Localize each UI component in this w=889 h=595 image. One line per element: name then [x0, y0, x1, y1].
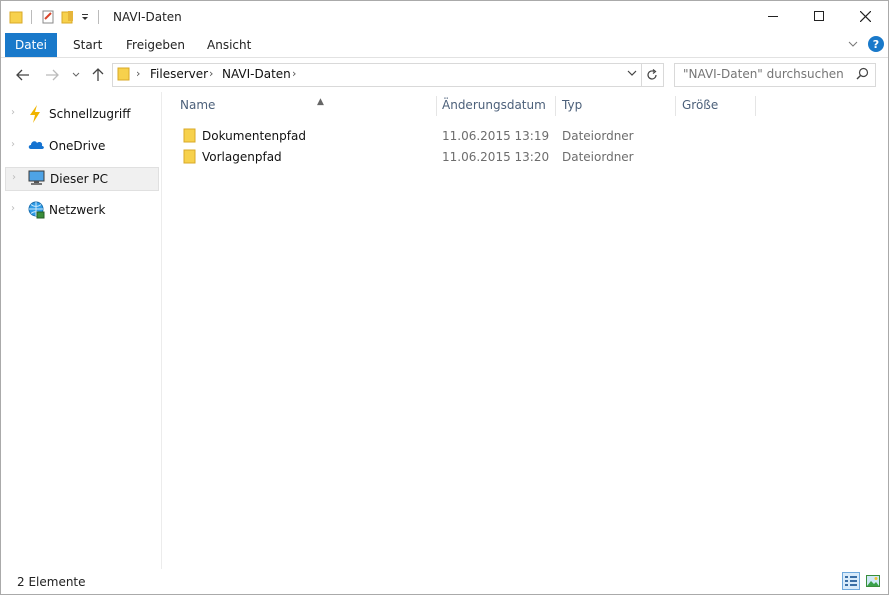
customize-toolbar-icon[interactable]: [80, 12, 90, 22]
expand-chevron-icon[interactable]: ›: [12, 172, 16, 183]
details-view-button[interactable]: [842, 572, 860, 590]
expand-chevron-icon[interactable]: ›: [11, 139, 15, 150]
expand-ribbon-icon[interactable]: [848, 39, 858, 49]
tab-datei[interactable]: Datei: [5, 33, 58, 57]
image-icon: [866, 575, 880, 587]
folder-icon: [117, 67, 131, 81]
search-input[interactable]: [675, 64, 853, 84]
navigation-pane: › Schnellzugriff › OneDrive › Dieser PC …: [1, 92, 162, 569]
sidebar-item-label: Netzwerk: [49, 203, 106, 217]
network-icon: [27, 201, 45, 222]
chevron-down-icon: [72, 72, 80, 77]
file-list: Name ▲ Änderungsdatum Typ Größe Dokument…: [163, 92, 888, 569]
row-name: Vorlagenpfad: [202, 150, 282, 164]
toolbar-separator: [31, 10, 32, 24]
column-header-name[interactable]: Name ▲: [180, 97, 436, 118]
close-icon: [859, 10, 871, 22]
expand-chevron-icon[interactable]: ›: [11, 203, 15, 214]
row-name: Dokumentenpfad: [202, 129, 306, 143]
table-row[interactable]: Dokumentenpfad 11.06.2015 13:19 Dateiord…: [179, 125, 779, 146]
refresh-icon: [647, 69, 657, 80]
expand-chevron-icon[interactable]: ›: [11, 107, 15, 118]
close-button[interactable]: [842, 1, 888, 31]
tab-start[interactable]: Start: [63, 33, 112, 57]
breadcrumb-fileserver[interactable]: Fileserver: [150, 67, 208, 81]
cloud-icon: [27, 137, 45, 154]
maximize-icon: [814, 11, 824, 21]
tab-ansicht[interactable]: Ansicht: [197, 33, 261, 57]
sidebar-item-schnellzugriff[interactable]: › Schnellzugriff: [5, 103, 159, 125]
column-header-type[interactable]: Typ: [562, 98, 674, 118]
column-header-size[interactable]: Größe: [682, 98, 754, 118]
column-divider[interactable]: [675, 96, 676, 116]
search-icon[interactable]: [856, 67, 869, 83]
column-header-date[interactable]: Änderungsdatum: [442, 98, 554, 118]
row-type: Dateiordner: [562, 129, 634, 143]
sidebar-item-netzwerk[interactable]: › Netzwerk: [5, 199, 159, 221]
view-switcher: [842, 572, 882, 590]
column-divider[interactable]: [755, 96, 756, 116]
minimize-icon: [768, 16, 778, 17]
address-dropdown-icon[interactable]: [627, 70, 637, 77]
arrow-up-icon: [92, 68, 104, 81]
details-view-icon: [845, 576, 857, 586]
status-bar: 2 Elemente: [1, 569, 888, 594]
column-header-label: Name: [180, 98, 216, 112]
ribbon-controls: ?: [848, 36, 884, 52]
explorer-window: NAVI-Daten Datei Start Freigeben Ansicht…: [0, 0, 889, 595]
tab-freigeben[interactable]: Freigeben: [116, 33, 195, 57]
table-row[interactable]: Vorlagenpfad 11.06.2015 13:20 Dateiordne…: [179, 146, 779, 167]
title-bar: NAVI-Daten: [1, 1, 888, 33]
sidebar-item-dieser-pc[interactable]: › Dieser PC: [5, 167, 159, 191]
column-divider[interactable]: [436, 96, 437, 116]
toolbar-separator: [98, 10, 99, 24]
quick-access-toolbar: [9, 7, 103, 27]
back-button[interactable]: [14, 66, 32, 84]
window-controls: [750, 1, 888, 31]
column-divider[interactable]: [555, 96, 556, 116]
arrow-left-icon: [16, 69, 29, 81]
address-bar[interactable]: › Fileserver › NAVI-Daten ›: [112, 63, 642, 87]
row-date: 11.06.2015 13:19: [442, 129, 550, 143]
folder-icon: [183, 149, 197, 167]
minimize-button[interactable]: [750, 1, 796, 31]
search-box[interactable]: [674, 63, 876, 87]
new-folder-icon[interactable]: [60, 9, 76, 25]
sort-ascending-icon: ▲: [317, 97, 324, 107]
window-title: NAVI-Daten: [113, 10, 182, 24]
computer-icon: [28, 170, 46, 189]
breadcrumb-navi-daten[interactable]: NAVI-Daten: [222, 67, 291, 81]
arrow-right-icon: [46, 69, 59, 81]
sidebar-item-label: Schnellzugriff: [49, 107, 131, 121]
item-count: 2 Elemente: [17, 575, 86, 589]
folder-icon: [183, 128, 197, 146]
forward-button[interactable]: [43, 66, 61, 84]
maximize-button[interactable]: [796, 1, 842, 31]
recent-locations-button[interactable]: [67, 66, 85, 84]
row-type: Dateiordner: [562, 150, 634, 164]
breadcrumb-chevron-icon[interactable]: ›: [292, 67, 296, 80]
sidebar-item-label: OneDrive: [49, 139, 106, 153]
folder-icon: [9, 10, 23, 24]
refresh-button[interactable]: [641, 63, 664, 87]
large-icons-view-button[interactable]: [864, 572, 882, 590]
properties-icon[interactable]: [40, 9, 56, 25]
up-button[interactable]: [89, 66, 107, 84]
ribbon-tabs: Datei Start Freigeben Ansicht ?: [1, 33, 888, 58]
breadcrumb-chevron-icon[interactable]: ›: [209, 67, 213, 80]
lightning-icon: [27, 105, 43, 126]
sidebar-item-label: Dieser PC: [50, 172, 108, 186]
row-date: 11.06.2015 13:20: [442, 150, 550, 164]
help-icon[interactable]: ?: [868, 36, 884, 52]
breadcrumb-chevron-icon[interactable]: ›: [136, 67, 140, 80]
navigation-bar: › Fileserver › NAVI-Daten ›: [1, 58, 888, 92]
sidebar-item-onedrive[interactable]: › OneDrive: [5, 135, 159, 157]
